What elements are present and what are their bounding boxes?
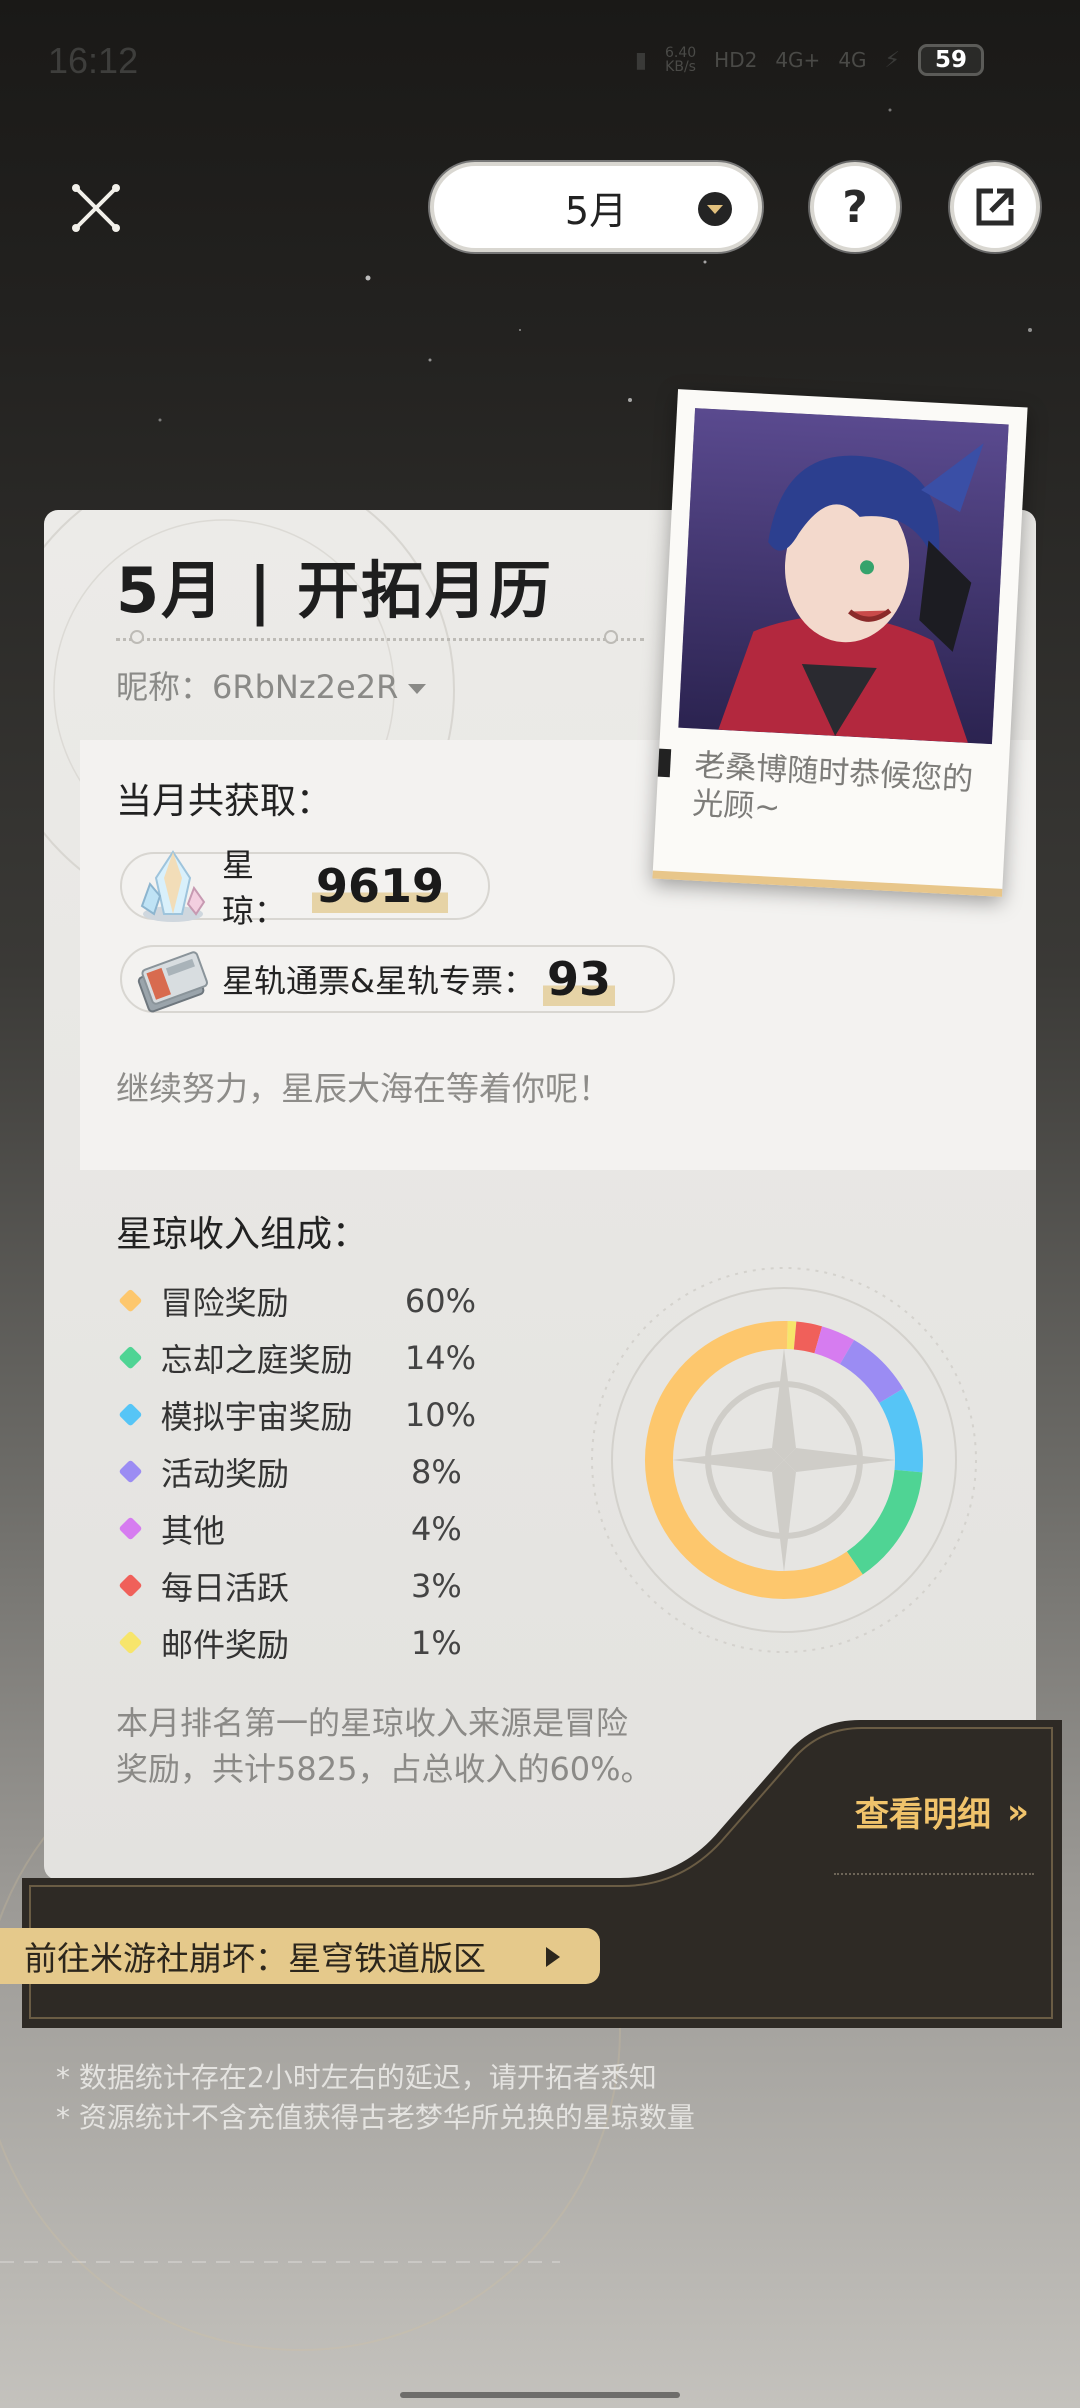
charging-icon: ⚡ [884,47,900,73]
star-rail-pass-label: 星轨通票&星轨专票： [222,962,535,1000]
divider-dot [130,630,144,644]
footnotes: * 数据统计存在2小时左右的延迟，请开拓者悉知 * 资源统计不含充值获得古老梦华… [56,2058,695,2138]
details-divider [834,1873,1034,1875]
breakdown-summary: 本月排名第一的星琼收入来源是冒险奖励，共计5825，占总收入的60%。 [116,1704,653,1788]
character-portrait [678,408,1009,745]
legend-name: 忘却之庭奖励 [160,1340,353,1379]
view-details-label: 查看明细 [855,1795,991,1835]
legend-percent: 3% [411,1566,462,1605]
nickname-prefix: 昵称： [116,668,213,706]
income-legend: 冒险奖励 60% 忘却之庭奖励 14% 模拟宇宙奖励 10% 活动奖励 8% 其他 4% 每日活跃 3… [116,1272,476,1671]
network-speed-unit: KB/s [665,59,696,75]
caret-down-icon [408,684,427,694]
share-icon [976,188,1014,226]
summary-heading: 当月共获取： [116,781,333,822]
diamond-icon [118,1402,143,1427]
title-divider [116,638,644,641]
diamond-icon [118,1630,143,1655]
polaroid-caption: 老桑博随时恭候您的光顾~ [691,747,974,827]
stellar-jade-label: 星琼： [222,846,287,930]
share-button[interactable] [950,162,1040,252]
vibrate-icon: ▮ [634,47,647,73]
breakdown-heading: 星琼收入组成： [116,1214,369,1255]
page-title: 5月 | 开拓月历 [116,554,553,627]
stellar-jade-total: 星琼： 9619 [120,846,490,930]
footnote-exclusion: * 资源统计不含充值获得古老梦华所兑换的星琼数量 [56,2101,695,2134]
close-icon[interactable] [68,180,124,236]
legend-item: 邮件奖励 1% [116,1614,476,1671]
legend-percent: 14% [404,1338,476,1377]
star-rail-pass-icon [137,951,208,1013]
play-arrow-icon [546,1947,560,1967]
double-chevron-right-icon: » [1007,1791,1029,1832]
nickname-selector[interactable]: 昵称：6RbNz2e2R [116,662,427,708]
stellar-jade-value: 9619 [311,859,448,913]
legend-name: 冒险奖励 [160,1283,289,1322]
footnote-delay: * 数据统计存在2小时左右的延迟，请开拓者悉知 [56,2061,657,2094]
diamond-icon [118,1459,143,1484]
legend-percent: 8% [411,1452,462,1491]
legend-item: 忘却之庭奖励 14% [116,1329,476,1386]
diamond-icon [118,1516,143,1541]
month-selector[interactable]: 5月 [430,162,762,252]
diamond-icon [118,1288,143,1313]
legend-item: 活动奖励 8% [116,1443,476,1500]
star-rail-pass-total: 星轨通票&星轨专票： 93 [120,945,675,1013]
forum-button-label: 前往米游社崩坏：星穹铁道版区 [24,1939,486,1978]
income-donut-chart [584,1260,984,1660]
star-rail-pass-value: 93 [542,952,615,1006]
legend-item: 其他 4% [116,1500,476,1557]
legend-name: 活动奖励 [161,1454,290,1493]
legend-percent: 4% [411,1509,462,1548]
legend-percent: 1% [411,1623,462,1662]
legend-item: 每日活跃 3% [116,1557,476,1614]
chevron-down-icon [698,192,732,226]
hd-badge: HD2 [714,48,758,72]
status-icons: ▮ 6.40 KB/s HD2 4G+ 4G ⚡ 59 [635,44,984,76]
status-time: 16:12 [48,40,139,81]
battery-indicator: 59 [918,44,984,76]
network-speed-value: 6.40 [664,45,697,61]
character-polaroid: 老桑博随时恭候您的光顾~ [652,389,1028,897]
signal-4gplus: 4G+ [775,48,821,72]
donut-slice [814,1326,855,1365]
home-indicator[interactable] [400,2392,680,2398]
legend-item: 冒险奖励 60% [116,1272,476,1329]
view-details-link[interactable]: 查看明细 » [855,1787,1029,1836]
legend-name: 其他 [161,1511,226,1550]
go-to-forum-button[interactable]: 前往米游社崩坏：星穹铁道版区 [0,1928,600,1984]
encouragement-text: 继续努力，星辰大海在等着你呢！ [116,1069,611,1108]
divider-dot [604,630,618,644]
legend-name: 模拟宇宙奖励 [160,1397,353,1436]
caption-marker [657,748,672,778]
legend-name: 每日活跃 [161,1568,290,1607]
donut-slice [793,1321,823,1354]
stellar-jade-icon [140,850,206,922]
network-speed: 6.40 KB/s [665,46,696,74]
signal-4g: 4G [838,48,867,72]
diamond-icon [118,1573,143,1598]
help-button[interactable]: ? [810,162,900,252]
status-bar: 16:12 ▮ 6.40 KB/s HD2 4G+ 4G ⚡ 59 [0,0,1080,130]
legend-percent: 10% [404,1395,476,1434]
nickname-value: 6RbNz2e2R [212,668,399,706]
month-selector-value: 5月 [564,188,628,233]
legend-percent: 60% [404,1281,476,1320]
legend-name: 邮件奖励 [161,1625,290,1664]
legend-item: 模拟宇宙奖励 10% [116,1386,476,1443]
diamond-icon [118,1345,143,1370]
